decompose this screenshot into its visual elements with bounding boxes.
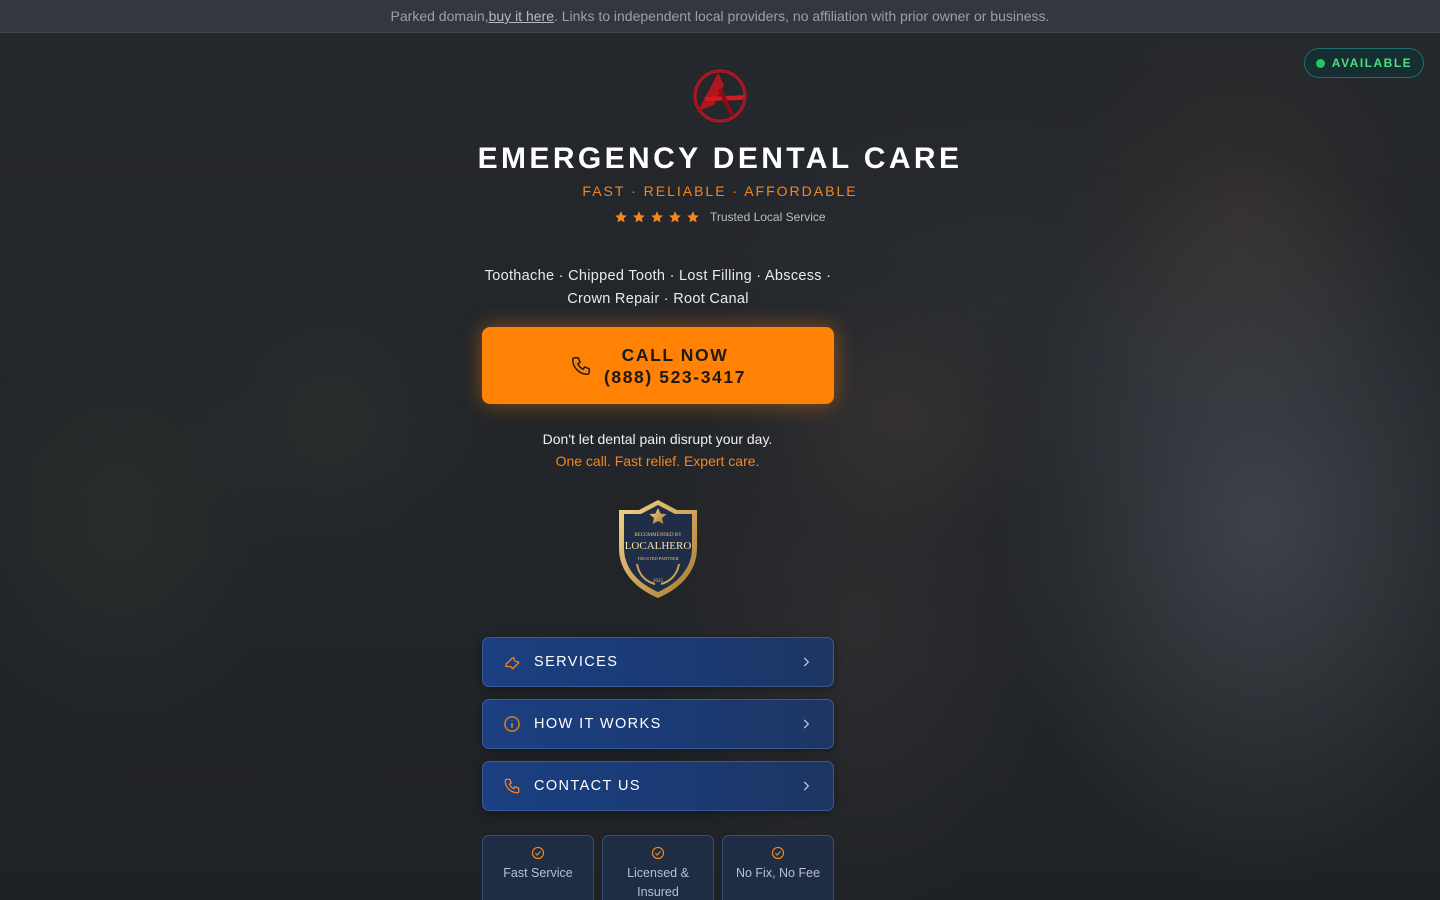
star-icon [687,211,699,223]
star-icon [651,211,663,223]
rating-text: Trusted Local Service [710,210,826,224]
parked-domain-notice: Parked domain, buy it here . Links to in… [0,0,1440,33]
feature-label: Fast Service [503,866,573,880]
star-icon [615,211,627,223]
feature-card-no-fix-no-fee: No Fix, No Fee [722,835,834,900]
availability-label: AVAILABLE [1331,56,1413,70]
star-rating: Trusted Local Service [614,209,826,225]
pitch-line-2: One call. Fast relief. Expert care. [555,453,760,469]
brand-logo-icon [693,69,747,123]
services-label: SERVICES [534,654,619,670]
check-circle-icon [531,846,545,860]
page-title: EMERGENCY DENTAL CARE [477,142,963,175]
tagline: FAST · RELIABLE · AFFORDABLE [582,183,858,199]
call-now-label: CALL NOW [621,344,729,365]
feature-label: Licensed & Insured [627,866,689,899]
star-icon [669,211,681,223]
info-icon [504,716,520,732]
wrench-icon [505,657,520,670]
check-circle-icon [651,846,665,860]
phone-icon [571,356,590,375]
notice-suffix: . Links to independent local providers, … [553,8,1050,24]
notice-prefix: Parked domain, [390,8,489,24]
contact-us-button[interactable]: CONTACT US [482,761,834,811]
status-dot-icon [1315,58,1325,68]
check-circle-icon [771,846,785,860]
conditions-line-2: Crown Repair · Root Canal [567,291,749,307]
pitch-line-1: Don't let dental pain disrupt your day. [542,431,773,447]
services-button[interactable]: SERVICES [482,637,834,687]
conditions-line-1: Toothache · Chipped Tooth · Lost Filling… [484,268,832,284]
badge-name-text: LOCALHERO [625,540,692,552]
badge-sub-text: TRUSTED PARTNER [637,556,678,561]
chevron-right-icon [803,657,810,667]
badge-top-text: RECOMMENDED BY [634,533,682,538]
feature-card-licensed: Licensed & Insured [602,835,714,900]
feature-card-fast-service: Fast Service [482,835,594,900]
phone-icon [504,778,520,794]
feature-label: No Fix, No Fee [735,866,821,880]
localhero-trust-badge: RECOMMENDED BY LOCALHERO TRUSTED PARTNER… [619,500,697,598]
buy-domain-link[interactable]: buy it here [489,8,554,24]
chevron-right-icon [803,781,810,791]
phone-number: (888) 523-3417 [603,366,747,387]
star-icon [633,211,645,223]
call-now-button[interactable]: CALL NOW (888) 523-3417 [482,327,834,404]
contact-us-label: CONTACT US [534,778,641,794]
how-it-works-button[interactable]: HOW IT WORKS [482,699,834,749]
availability-badge: AVAILABLE [1304,48,1424,78]
how-it-works-label: HOW IT WORKS [534,716,662,732]
conditions-list: Toothache · Chipped Tooth · Lost Filling… [470,265,846,311]
chevron-right-icon [803,719,810,729]
badge-year-text: 2025 [653,579,664,584]
